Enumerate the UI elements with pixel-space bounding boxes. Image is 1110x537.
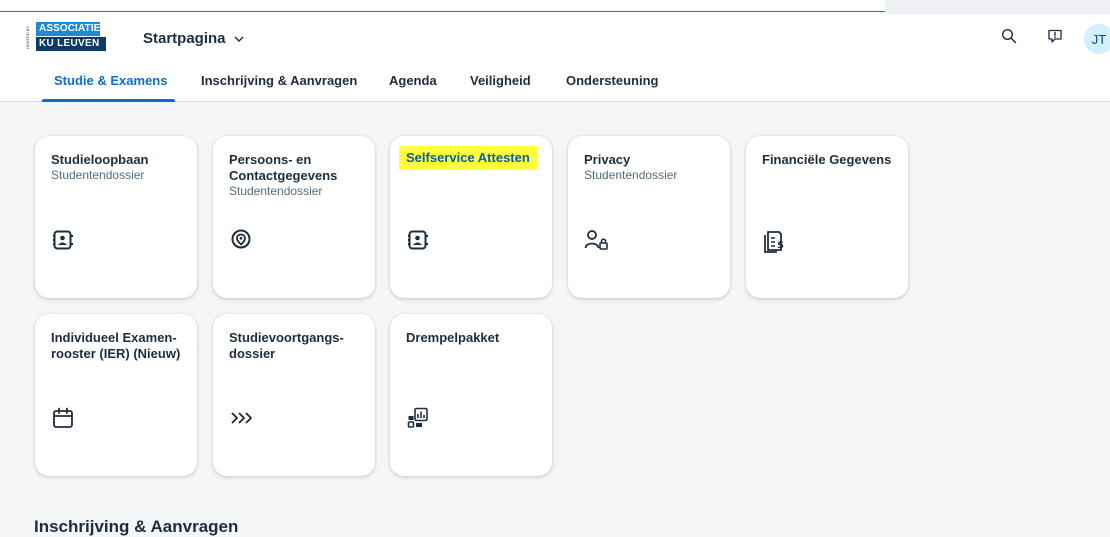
tab-bar: Studie & Examens Inschrijving & Aanvrage… [0,64,1110,102]
tile-individueel-examenrooster[interactable]: Individueel Examen-rooster (IER) (Nieuw) [35,314,197,476]
tile-subtitle: Studentendossier [51,168,145,182]
tile-subtitle: Studentendossier [584,168,678,182]
tile-title: Studievoortgangs-dossier [229,330,364,362]
tile-drempelpakket[interactable]: Drempelpakket [390,314,552,476]
tile-studieloopbaan[interactable]: Studieloopbaan Studentendossier [35,136,197,298]
location-pin-icon [229,228,253,252]
app-title: Startpagina [143,29,226,47]
tile-title-text: Financiële Gegevens [762,152,892,167]
contact-card-icon [51,228,75,252]
tile-title: Privacy Studentendossier [584,152,719,182]
app: HOSTED BY ASSOCIATIE KU LEUVEN Startpagi… [0,0,1110,537]
app-title-menu[interactable]: Startpagina [143,28,245,48]
tile-title-text: Individueel Examen-rooster (IER) (Nieuw) [51,330,181,361]
tile-financiele-gegevens[interactable]: Financiële Gegevens $ [746,136,908,298]
logo-hosted-by: HOSTED BY [25,25,30,49]
tile-privacy[interactable]: Privacy Studentendossier [568,136,730,298]
user-avatar[interactable]: JT [1084,24,1110,54]
tile-title-text: Studieloopbaan [51,152,149,167]
tile-title: Studieloopbaan Studentendossier [51,152,186,182]
tile-title-text: Privacy [584,152,631,167]
tab-studie-examens[interactable]: Studie & Examens [41,64,176,102]
chevrons-right-icon [229,406,253,430]
shell-bar: HOSTED BY ASSOCIATIE KU LEUVEN Startpagi… [0,14,1110,64]
logo-line-2: KU LEUVEN [36,37,106,51]
tile-title-text: Persoons- en Contactgegevens [229,152,338,183]
svg-text:$: $ [777,240,784,251]
top-right-panel [885,0,1110,14]
contact-card-icon [406,228,430,252]
ku-leuven-logo[interactable]: HOSTED BY ASSOCIATIE KU LEUVEN [25,22,116,52]
calendar-icon [51,406,75,430]
tile-title: Persoons- en Contactgegevens Studentendo… [229,152,364,198]
chevron-down-icon [233,32,245,44]
tile-title: Financiële Gegevens [762,152,897,168]
tile-title: Drempelpakket [406,330,541,346]
tile-title-text: Studievoortgangs-dossier [229,330,344,361]
feedback-button[interactable] [1041,24,1069,52]
search-button[interactable] [995,24,1023,52]
tab-inschrijving-aanvragen[interactable]: Inschrijving & Aanvragen [201,64,357,102]
tab-veiligheid[interactable]: Veiligheid [470,64,531,102]
tab-ondersteuning[interactable]: Ondersteuning [566,64,658,102]
search-icon [1001,28,1017,49]
tile-persoons-contactgegevens[interactable]: Persoons- en Contactgegevens Studentendo… [213,136,375,298]
logo-line-1: ASSOCIATIE [36,22,100,36]
feedback-icon [1047,28,1063,49]
financial-documents-icon: $ [762,228,786,253]
tile-selfservice-attesten[interactable]: Selfservice Attesten [390,136,552,298]
tile-title: Individueel Examen-rooster (IER) (Nieuw) [51,330,186,362]
tab-agenda[interactable]: Agenda [389,64,437,102]
tile-subtitle: Studentendossier [229,184,323,198]
tile-title: Selfservice Attesten [399,146,537,170]
dashboard-chart-icon [406,406,430,430]
user-lock-icon [584,228,608,252]
tile-studievoortgangsdossier[interactable]: Studievoortgangs-dossier [213,314,375,476]
top-strip [0,0,1110,14]
tile-title-text: Drempelpakket [406,330,500,345]
section-heading-inschrijving: Inschrijving & Aanvragen [34,517,239,536]
divider-line [0,11,885,12]
